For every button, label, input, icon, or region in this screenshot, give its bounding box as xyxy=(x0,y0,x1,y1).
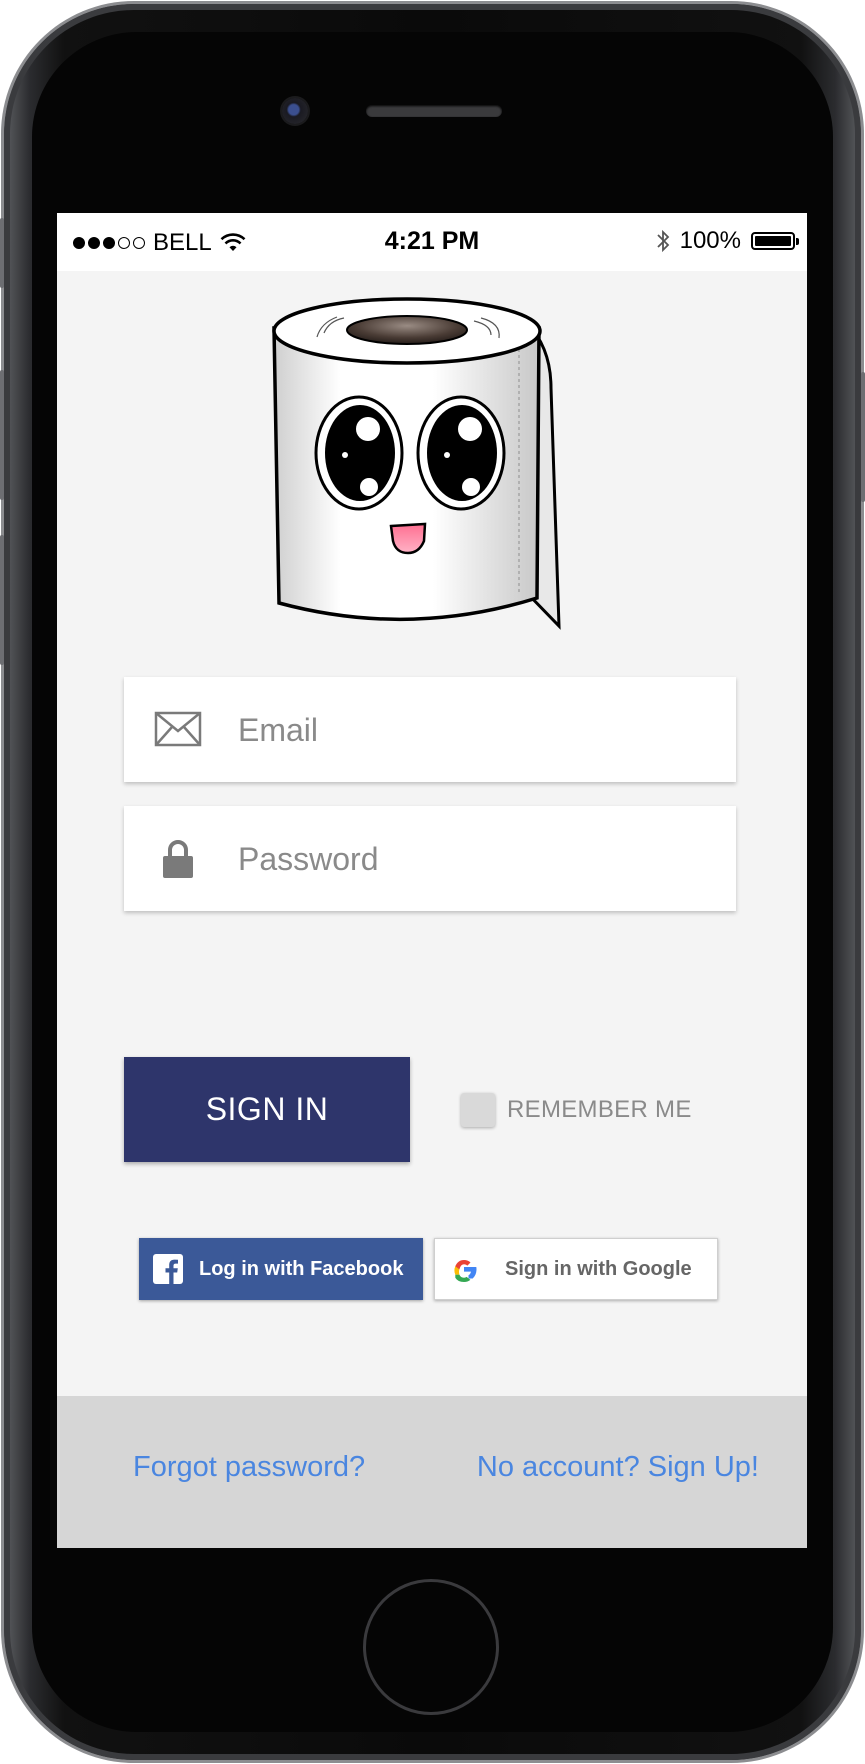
battery-percentage: 100% xyxy=(679,227,741,254)
app-screen: BELL 4:21 PM 100% Email SIGN IN REMEMBER… xyxy=(57,213,807,1548)
sign-up-link[interactable]: No account? Sign Up! xyxy=(477,1451,759,1484)
google-signin-label: Sign in with Google xyxy=(505,1257,692,1280)
google-icon xyxy=(454,1260,477,1282)
battery-icon xyxy=(751,232,799,250)
facebook-icon xyxy=(153,1254,183,1284)
toilet-paper-mascot-logo xyxy=(272,297,561,630)
google-signin-button[interactable]: Sign in with Google xyxy=(434,1238,718,1300)
remember-me-checkbox[interactable] xyxy=(461,1093,495,1127)
earpiece-speaker xyxy=(366,105,502,117)
sign-in-button[interactable]: SIGN IN xyxy=(124,1057,410,1162)
facebook-login-label: Log in with Facebook xyxy=(199,1257,404,1280)
home-button[interactable] xyxy=(366,1582,496,1712)
remember-me[interactable]: REMEMBER ME xyxy=(461,1093,692,1127)
volume-down-button xyxy=(0,535,4,665)
power-button xyxy=(861,372,865,502)
bluetooth-icon xyxy=(656,229,669,253)
facebook-login-button[interactable]: Log in with Facebook xyxy=(139,1238,423,1300)
email-field[interactable] xyxy=(124,677,736,784)
password-input[interactable] xyxy=(236,806,720,913)
footer-links: Forgot password? No account? Sign Up! xyxy=(57,1396,807,1548)
front-camera xyxy=(282,98,308,124)
status-right: 100% xyxy=(656,227,799,255)
status-bar: BELL 4:21 PM 100% xyxy=(57,213,807,271)
volume-up-button xyxy=(0,370,4,500)
email-input[interactable] xyxy=(236,677,720,784)
password-field[interactable] xyxy=(124,806,736,913)
remember-me-label: REMEMBER ME xyxy=(507,1096,692,1123)
mute-switch xyxy=(0,218,4,288)
lock-icon xyxy=(163,840,193,878)
forgot-password-link[interactable]: Forgot password? xyxy=(133,1451,365,1484)
envelope-icon xyxy=(154,711,202,747)
